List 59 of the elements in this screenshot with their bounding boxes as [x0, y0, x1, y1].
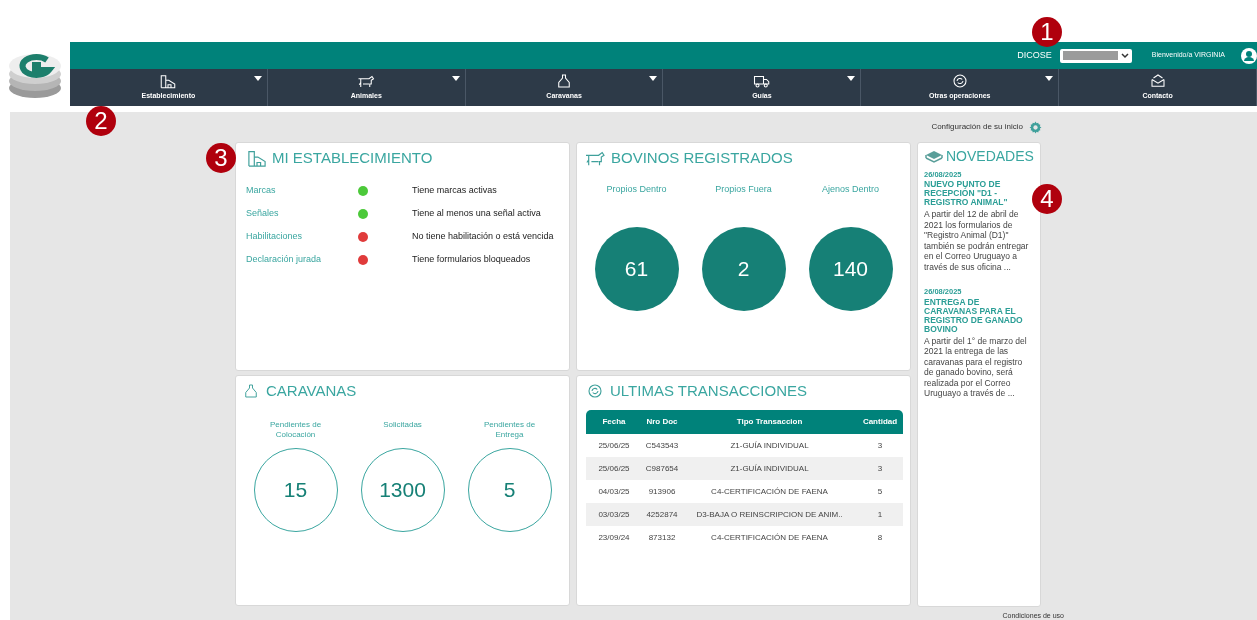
stat-label: Pendientes de Colocación — [268, 420, 323, 441]
callout-marker: 1 — [1032, 17, 1062, 47]
chevron-icon — [1120, 52, 1129, 59]
dicose-select[interactable] — [1059, 48, 1132, 63]
column-header: Tipo Transaccion — [735, 416, 804, 428]
table-cell-text: Z1-GUÍA INDIVIDUAL — [729, 439, 810, 452]
table-cell-text: 5 — [876, 485, 884, 498]
table-cell-text: Z1-GUÍA INDIVIDUAL — [729, 462, 810, 475]
stat-label: Propios Fuera — [715, 183, 772, 196]
card-title: NOVEDADES — [946, 149, 1034, 163]
column-header: Fecha — [601, 416, 627, 428]
user-icon[interactable] — [1241, 47, 1257, 64]
cycle-icon — [586, 382, 604, 400]
status-text: Tiene formularios bloqueados — [412, 252, 531, 266]
table-cell-text: 8 — [876, 531, 884, 544]
table-cell-text: 913906 — [647, 485, 677, 498]
settings-icon[interactable] — [1029, 120, 1042, 134]
table-cell-text: 25/06/25 — [597, 439, 631, 452]
news-summary: A partir del 12 de abril de 2021 los formularios de "Registro Animal (D1)" también se podrán entregar en el Correo Uruguayo a través de sus oficina ... — [924, 209, 1030, 273]
cow-icon — [583, 149, 607, 167]
status-text: Tiene al menos una señal activa — [412, 206, 541, 220]
table-cell-text: D3-BAJA O REINSCRIPCION DE ANIM.. — [695, 508, 844, 521]
column-header: Nro Doc — [645, 416, 679, 428]
mail-icon — [1148, 73, 1167, 90]
tag-icon — [242, 381, 260, 401]
table-cell-text: C987654 — [644, 462, 680, 475]
callout-marker: 2 — [86, 106, 116, 136]
status-text: No tiene habilitación o está vencida — [412, 229, 554, 243]
stat-label: Solicitadas — [382, 420, 423, 431]
card-title: BOVINOS REGISTRADOS — [611, 147, 793, 168]
stat-label: Ajenos Dentro — [821, 183, 879, 196]
truck-icon — [752, 73, 771, 90]
table-cell-text: 3 — [876, 462, 884, 475]
stat-label: Pendientes de Entrega — [482, 420, 537, 441]
config-link[interactable]: Configuración de su inicio — [931, 121, 1023, 133]
card-title: MI ESTABLECIMIENTO — [272, 147, 433, 168]
news-summary: A partir del 1° de marzo del 2021 la entrega de las caravanas para el registro de ganado bovino, será realizada por el Correo Uruguayo a través de ... — [924, 335, 1028, 399]
table-cell-text: 3 — [876, 439, 884, 452]
building-icon — [159, 73, 178, 90]
table-cell-text: 873132 — [647, 531, 677, 544]
dicose-label: DICOSE — [1017, 48, 1052, 62]
building-icon — [246, 149, 268, 167]
table-cell-text: 25/06/25 — [597, 462, 631, 475]
book-stack-icon — [924, 149, 944, 163]
table-cell-text: C4-CERTIFICACIÓN DE FAENA — [710, 531, 829, 544]
table-cell-text: 23/09/24 — [597, 531, 631, 544]
cow-icon — [357, 73, 376, 90]
table-cell-text: C4-CERTIFICACIÓN DE FAENA — [710, 485, 829, 498]
card-title: CARAVANAS — [266, 380, 357, 401]
card-title: ULTIMAS TRANSACCIONES — [610, 380, 807, 401]
table-cell-text: 04/03/25 — [597, 485, 631, 498]
table-cell-text: 03/03/25 — [597, 508, 631, 521]
status-text: Tiene marcas activas — [412, 183, 497, 197]
table-cell-text: 4252874 — [645, 508, 679, 521]
column-header: Cantidad — [861, 416, 899, 428]
stat-label: Propios Dentro — [606, 183, 667, 196]
table-cell-text: 1 — [876, 508, 884, 521]
table-cell-text: C543543 — [644, 439, 680, 452]
cycle-icon — [950, 73, 969, 90]
